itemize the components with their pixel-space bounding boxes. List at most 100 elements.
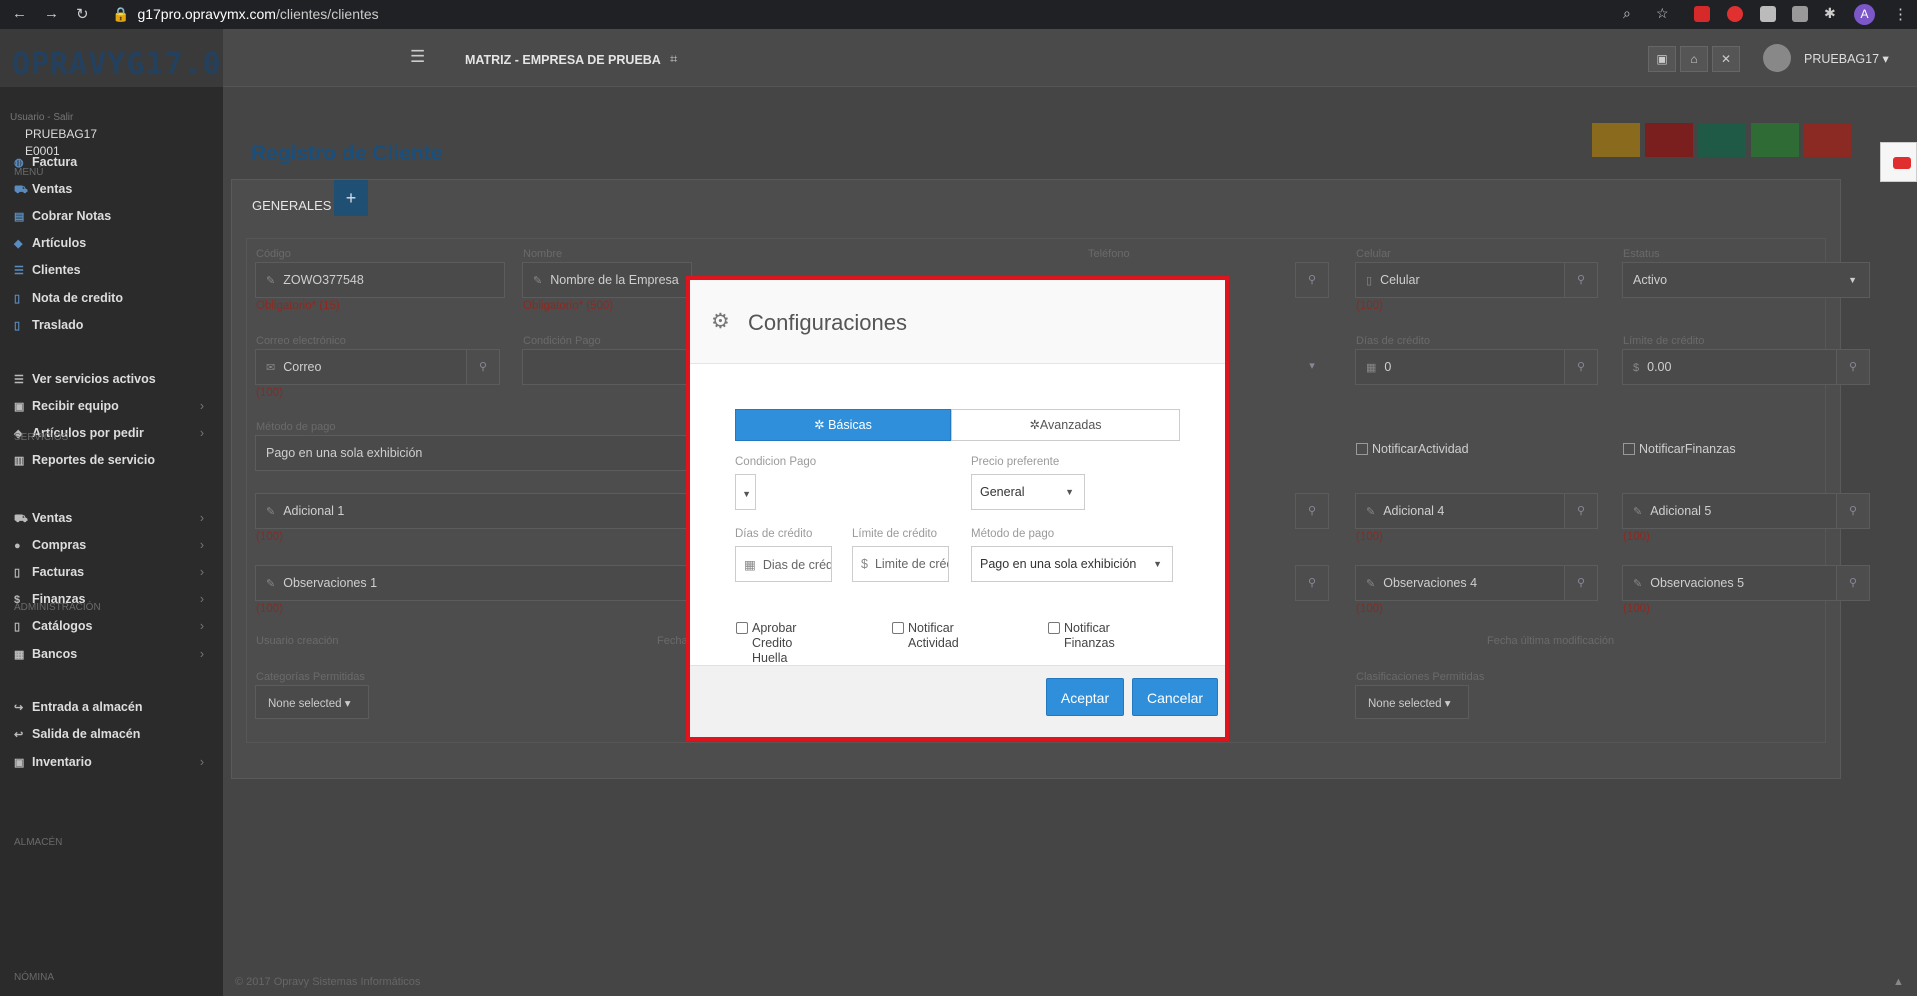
observaciones1-field[interactable]: ✎ Observaciones 1: [255, 565, 692, 601]
estatus-select[interactable]: Activo ▼: [1622, 262, 1870, 298]
limite-field[interactable]: $0.00: [1622, 349, 1837, 385]
aceptar-button[interactable]: Aceptar: [1046, 678, 1124, 716]
sidebar-item-clientes[interactable]: ☰ Clientes: [14, 263, 214, 277]
add-tab-button[interactable]: +: [334, 180, 368, 216]
circle-icon: ●: [14, 540, 21, 552]
star-icon[interactable]: ☆: [1656, 5, 1669, 22]
sign-out-icon: ↩: [14, 729, 24, 741]
extension-icon[interactable]: [1727, 6, 1743, 22]
search-icon[interactable]: ⚲: [1564, 493, 1598, 529]
list-button[interactable]: [1645, 123, 1693, 157]
back-icon[interactable]: ←: [12, 5, 27, 22]
clasificaciones-multiselect[interactable]: None selected ▾: [1355, 685, 1469, 719]
file-icon: ▯: [14, 320, 21, 332]
metodo-select[interactable]: Pago en una sola exhibición: [255, 435, 692, 471]
sidebar-item-traslado[interactable]: ▯ Traslado: [14, 318, 214, 332]
sidebar-item-bancos[interactable]: ▦ Bancos ›: [14, 647, 214, 661]
limite-input[interactable]: $ Limite de crédito: [852, 546, 949, 582]
correo-field[interactable]: ✉ Correo: [255, 349, 467, 385]
sidebar-item-compras[interactable]: ● Compras ›: [14, 538, 214, 552]
observaciones5-field[interactable]: ✎ Observaciones 5: [1622, 565, 1837, 601]
dias-field[interactable]: ▦ 0: [1355, 349, 1565, 385]
search-icon[interactable]: ⚲: [1295, 262, 1329, 298]
sidebar-item-facturas[interactable]: ▯ Facturas ›: [14, 565, 214, 579]
menu-dots-icon[interactable]: ⋮: [1893, 5, 1908, 23]
precio-select[interactable]: General ▼: [971, 474, 1085, 510]
delete-button[interactable]: [1803, 123, 1851, 157]
topbar-user-label: PRUEBAG17: [1804, 52, 1880, 66]
avatar[interactable]: [1763, 44, 1791, 72]
new-button[interactable]: [1751, 123, 1799, 157]
search-icon[interactable]: ⚲: [466, 349, 500, 385]
puzzle-icon[interactable]: ✱: [1824, 5, 1836, 22]
topbar-user[interactable]: PRUEBAG17 ▾: [1804, 51, 1889, 66]
sidebar-item-entrada-a-almacén[interactable]: ↪ Entrada a almacén: [14, 700, 214, 714]
hamburger-icon[interactable]: ☰: [410, 47, 425, 67]
nombre-field[interactable]: ✎ Nombre de la Empresa: [522, 262, 692, 298]
profile-avatar[interactable]: A: [1854, 4, 1875, 25]
extension-icon[interactable]: [1694, 6, 1710, 22]
search-icon[interactable]: ⚲: [1295, 493, 1329, 529]
metodo-select[interactable]: Pago en una sola exhibición ▼: [971, 546, 1173, 582]
sidebar-item-artículos[interactable]: ◆ Artículos: [14, 236, 214, 250]
sidebar-item-ventas[interactable]: ⛟ Ventas ›: [14, 511, 214, 527]
sidebar-item-catálogos[interactable]: ▯ Catálogos ›: [14, 619, 214, 633]
sidebar-item-reportes-de-servicio[interactable]: ▥ Reportes de servicio: [14, 453, 214, 467]
search-icon[interactable]: ⚲: [1564, 565, 1598, 601]
chevron-down-icon[interactable]: ▾: [1295, 349, 1329, 385]
sidebar-item-salida-de-almacén[interactable]: ↩ Salida de almacén: [14, 727, 214, 741]
sidebar-item-cobrar-notas[interactable]: ▤ Cobrar Notas: [14, 209, 214, 223]
search-icon[interactable]: ⚲: [1295, 565, 1329, 601]
youtube-tab[interactable]: [1880, 142, 1917, 182]
sidebar-item-label: Ver servicios activos: [32, 372, 156, 386]
reload-icon[interactable]: ↻: [76, 5, 89, 23]
calendar-icon[interactable]: ▣: [1648, 46, 1676, 72]
sidebar-item-label: Recibir equipo: [32, 399, 119, 413]
sidebar-item-recibir-equipo[interactable]: ▣ Recibir equipo ›: [14, 399, 214, 413]
zoom-icon[interactable]: ⌕: [1623, 5, 1631, 22]
save-button[interactable]: [1698, 123, 1746, 157]
tab-basicas[interactable]: ✲ Básicas: [735, 409, 951, 441]
adicional4-field[interactable]: ✎ Adicional 4: [1355, 493, 1565, 529]
celular-field[interactable]: ▯ Celular: [1355, 262, 1565, 298]
address-bar[interactable]: 🔒 g17pro.opravymx.com/clientes/clientes: [112, 2, 1412, 27]
adicional5-field[interactable]: ✎ Adicional 5: [1622, 493, 1837, 529]
extension-icon[interactable]: [1760, 6, 1776, 22]
sidebar-item-ver-servicios-activos[interactable]: ☰ Ver servicios activos: [14, 372, 214, 386]
categorias-multiselect[interactable]: None selected ▾: [255, 685, 369, 719]
sidebar-item-inventario[interactable]: ▣ Inventario ›: [14, 755, 214, 769]
tab-generales[interactable]: GENERALES: [252, 198, 331, 213]
tools-icon[interactable]: ✕: [1712, 46, 1740, 72]
chevron-right-icon: ›: [199, 619, 204, 633]
codigo-field[interactable]: ✎ ZOWO377548: [255, 262, 505, 298]
drive-icon[interactable]: [1792, 6, 1808, 22]
checkbox-box: [1048, 622, 1060, 634]
search-icon[interactable]: ⚲: [1836, 493, 1870, 529]
crop-icon[interactable]: ⌗: [670, 51, 677, 67]
tab-avanzadas[interactable]: ✲Avanzadas: [951, 409, 1180, 441]
condicion-select[interactable]: ▼: [735, 474, 756, 510]
modal-footer: Aceptar Cancelar: [690, 665, 1225, 737]
adicional1-field[interactable]: ✎ Adicional 1: [255, 493, 692, 529]
search-icon[interactable]: ⚲: [1564, 262, 1598, 298]
notificar-finanzas-checkbox[interactable]: NotificarFinanzas: [1623, 442, 1736, 456]
sidebar-item-factura[interactable]: ◍ Factura: [14, 155, 214, 169]
home-icon[interactable]: ⌂: [1680, 46, 1708, 72]
cancelar-button[interactable]: Cancelar: [1132, 678, 1218, 716]
chevron-right-icon: ›: [199, 647, 204, 661]
sidebar-item-nota-de-credito[interactable]: ▯ Nota de credito: [14, 291, 214, 305]
search-icon[interactable]: ⚲: [1836, 565, 1870, 601]
user-box: Usuario - Salir PRUEBAG17 E0001: [10, 109, 97, 160]
tab-basicas-label: Básicas: [828, 418, 872, 432]
notificar-actividad-checkbox[interactable]: NotificarActividad: [1356, 442, 1469, 456]
dias-input[interactable]: ▦ Dias de crédito: [735, 546, 832, 582]
forward-icon[interactable]: →: [44, 5, 59, 22]
search-icon[interactable]: ⚲: [1836, 349, 1870, 385]
user-logout-link[interactable]: Usuario - Salir: [10, 109, 97, 126]
condicion-field[interactable]: [522, 349, 692, 385]
observaciones4-field[interactable]: ✎ Observaciones 4: [1355, 565, 1565, 601]
config-button[interactable]: [1592, 123, 1640, 157]
scroll-top-icon[interactable]: ▲: [1893, 976, 1904, 988]
sidebar-item-ventas[interactable]: ⛟ Ventas: [14, 182, 214, 198]
search-icon[interactable]: ⚲: [1564, 349, 1598, 385]
